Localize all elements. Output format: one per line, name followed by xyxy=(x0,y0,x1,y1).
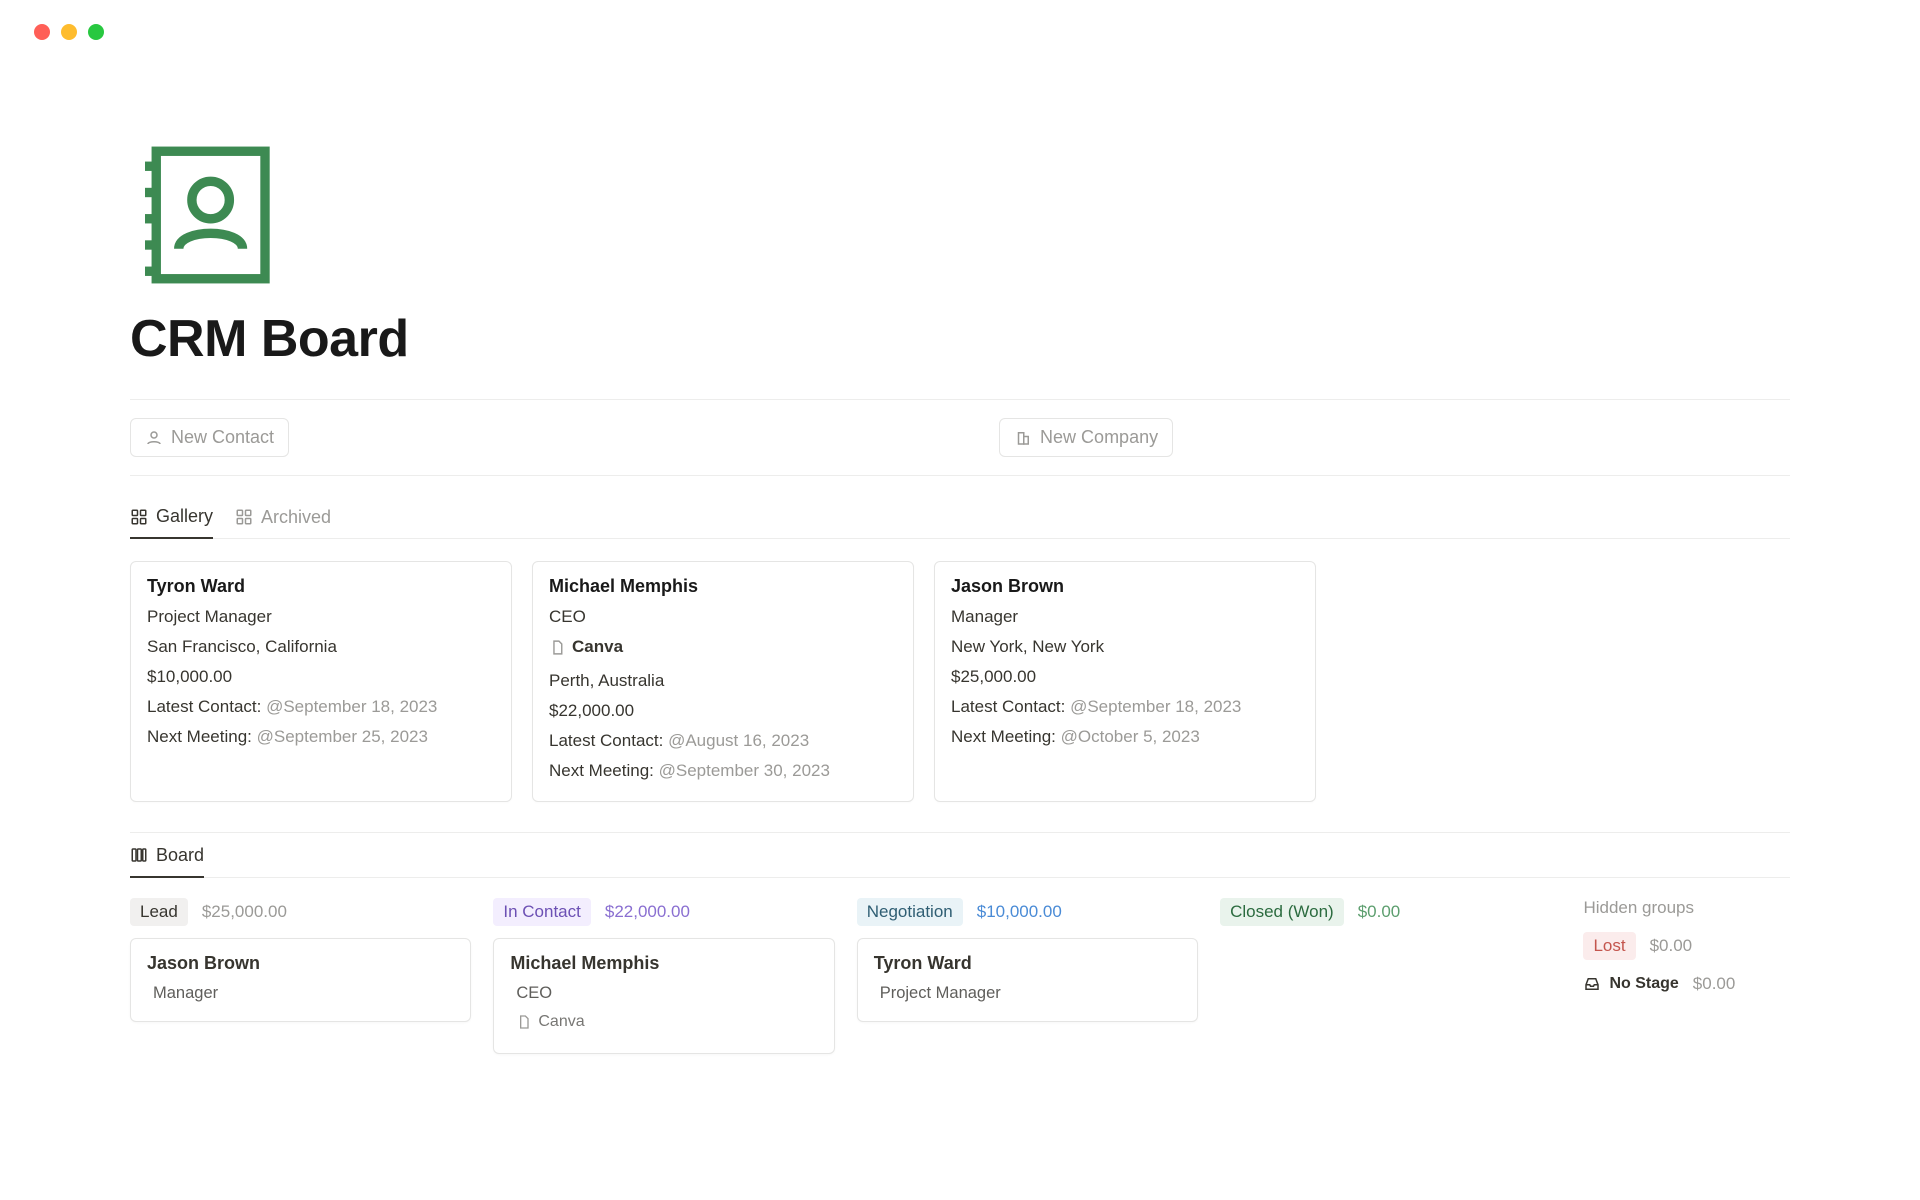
board-column: In Contact $22,000.00 Michael Memphis CEO Ca… xyxy=(493,898,834,1054)
board-tabs: Board xyxy=(130,833,1790,878)
board-column-header[interactable]: In Contact $22,000.00 xyxy=(493,898,834,926)
board-card-role: Project Manager xyxy=(880,984,1181,1003)
contact-latest-contact: Latest Contact: @September 18, 2023 xyxy=(951,697,1299,717)
new-contact-label: New Contact xyxy=(171,427,274,448)
tab-archived-label: Archived xyxy=(261,507,331,528)
new-company-button[interactable]: New Company xyxy=(999,418,1173,457)
contact-card[interactable]: Jason Brown Manager New York, New York $25,… xyxy=(934,561,1316,802)
stage-pill: In Contact xyxy=(493,898,591,926)
board-card[interactable]: Jason Brown Manager xyxy=(130,938,471,1022)
no-stage-label: No Stage xyxy=(1583,975,1678,993)
stage-pill: Negotiation xyxy=(857,898,963,926)
new-company-label: New Company xyxy=(1040,427,1158,448)
contact-next-meeting: Next Meeting: @September 30, 2023 xyxy=(549,761,897,781)
board-column-header[interactable]: Negotiation $10,000.00 xyxy=(857,898,1198,926)
new-contact-button[interactable]: New Contact xyxy=(130,418,289,457)
tab-archived[interactable]: Archived xyxy=(235,507,331,538)
tab-gallery-label: Gallery xyxy=(156,506,213,527)
hidden-group-row[interactable]: No Stage $0.00 xyxy=(1583,974,1790,994)
hidden-group-row[interactable]: Lost $0.00 xyxy=(1583,932,1790,960)
building-icon xyxy=(1014,429,1032,447)
contact-next-meeting: Next Meeting: @October 5, 2023 xyxy=(951,727,1299,747)
board-card-role: Manager xyxy=(153,984,454,1003)
board-card-role: CEO xyxy=(516,984,817,1003)
page-title: CRM Board xyxy=(130,309,1790,369)
board-card-name: Michael Memphis xyxy=(510,953,817,974)
gallery-grid-icon xyxy=(235,508,253,526)
stage-amount: $0.00 xyxy=(1358,902,1401,922)
board-column-header[interactable]: Closed (Won) $0.00 xyxy=(1220,898,1561,926)
contact-amount: $10,000.00 xyxy=(147,667,495,687)
board-column: Lead $25,000.00 Jason Brown Manager xyxy=(130,898,471,1022)
maximize-window-icon[interactable] xyxy=(88,24,104,40)
minimize-window-icon[interactable] xyxy=(61,24,77,40)
stage-amount: $0.00 xyxy=(1650,936,1693,956)
contact-latest-contact: Latest Contact: @September 18, 2023 xyxy=(147,697,495,717)
tab-board[interactable]: Board xyxy=(130,845,204,878)
board-card-name: Tyron Ward xyxy=(874,953,1181,974)
close-window-icon[interactable] xyxy=(34,24,50,40)
contact-next-meeting: Next Meeting: @September 25, 2023 xyxy=(147,727,495,747)
stage-pill: Closed (Won) xyxy=(1220,898,1344,926)
board-card[interactable]: Michael Memphis CEO Canva xyxy=(493,938,834,1054)
page-icon xyxy=(549,639,566,656)
tab-gallery[interactable]: Gallery xyxy=(130,506,213,539)
stage-amount: $25,000.00 xyxy=(202,902,287,922)
contact-name: Michael Memphis xyxy=(549,576,897,597)
gallery-grid: Tyron Ward Project Manager San Francisco, … xyxy=(130,539,1790,832)
tab-board-label: Board xyxy=(156,845,204,866)
stage-pill: Lead xyxy=(130,898,188,926)
board-columns-icon xyxy=(130,846,148,864)
person-add-icon xyxy=(145,429,163,447)
stage-pill: Lost xyxy=(1583,932,1635,960)
contact-card[interactable]: Tyron Ward Project Manager San Francisco, … xyxy=(130,561,512,802)
board-column: Closed (Won) $0.00 xyxy=(1220,898,1561,938)
inbox-icon xyxy=(1583,975,1601,993)
board-card[interactable]: Tyron Ward Project Manager xyxy=(857,938,1198,1022)
contact-role: CEO xyxy=(549,607,897,627)
hidden-groups: Hidden groups Lost $0.00 No Stage $0.00 xyxy=(1583,898,1790,1008)
contact-name: Tyron Ward xyxy=(147,576,495,597)
contact-location: Perth, Australia xyxy=(549,671,897,691)
board-columns: Lead $25,000.00 Jason Brown Manager In Conta… xyxy=(130,878,1790,1054)
stage-amount: $0.00 xyxy=(1693,974,1736,994)
contact-amount: $25,000.00 xyxy=(951,667,1299,687)
board-column: Negotiation $10,000.00 Tyron Ward Project M… xyxy=(857,898,1198,1022)
contact-location: San Francisco, California xyxy=(147,637,495,657)
board-card-name: Jason Brown xyxy=(147,953,454,974)
contact-role: Manager xyxy=(951,607,1299,627)
board-card-company: Canva xyxy=(516,1013,584,1031)
contact-amount: $22,000.00 xyxy=(549,701,897,721)
page-icon-contacts-book xyxy=(130,140,1790,295)
stage-amount: $10,000.00 xyxy=(977,902,1062,922)
gallery-tabs: Gallery Archived xyxy=(130,476,1790,539)
board-column-header[interactable]: Lead $25,000.00 xyxy=(130,898,471,926)
hidden-groups-title: Hidden groups xyxy=(1583,898,1790,918)
contact-company: Canva xyxy=(549,637,623,657)
contact-name: Jason Brown xyxy=(951,576,1299,597)
contact-role: Project Manager xyxy=(147,607,495,627)
stage-amount: $22,000.00 xyxy=(605,902,690,922)
page-icon xyxy=(516,1014,532,1030)
window-traffic-lights xyxy=(0,0,1920,40)
contact-card[interactable]: Michael Memphis CEO Canva Perth, Australia $… xyxy=(532,561,914,802)
contact-location: New York, New York xyxy=(951,637,1299,657)
contact-latest-contact: Latest Contact: @August 16, 2023 xyxy=(549,731,897,751)
gallery-grid-icon xyxy=(130,508,148,526)
